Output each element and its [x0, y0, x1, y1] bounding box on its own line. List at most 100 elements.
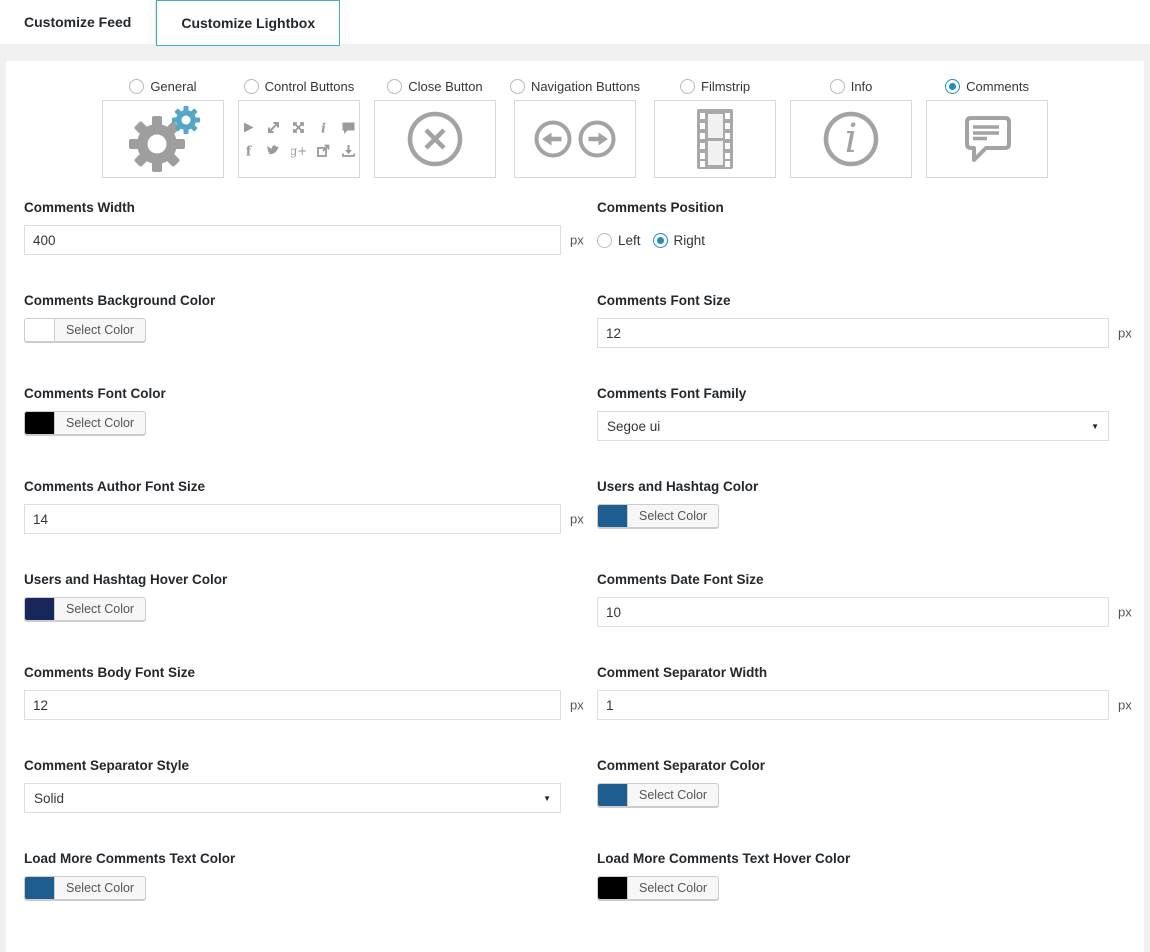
section-info: Info i [790, 79, 912, 178]
filmstrip-radio[interactable] [680, 79, 695, 94]
section-label: Comments [966, 79, 1029, 94]
comments-width-field: Comments Width px [24, 200, 561, 255]
filmstrip-section-button[interactable] [654, 100, 776, 178]
px-suffix: px [570, 233, 584, 248]
twitter-icon [266, 143, 281, 158]
field-label: Comments Body Font Size [24, 665, 561, 680]
field-label: Comment Separator Width [597, 665, 1109, 680]
users-hashtag-hover-color-select-color-button[interactable]: Select Color [24, 597, 146, 621]
position-left-radio[interactable] [597, 233, 612, 248]
field-label: Load More Comments Text Hover Color [597, 851, 1109, 866]
control-buttons-section-button[interactable]: i f g+ [238, 100, 360, 178]
comments-position-radios: Left Right [597, 225, 1109, 255]
info-mini-icon: i [316, 120, 331, 135]
px-suffix: px [570, 512, 584, 527]
comments-body-font-size-field: Comments Body Font Size px [24, 665, 561, 720]
section-control-buttons: Control Buttons [238, 79, 360, 178]
comments-position-field: Comments Position Left Right [597, 200, 1109, 255]
navigation-buttons-radio[interactable] [510, 79, 525, 94]
select-value: Solid [34, 791, 64, 806]
comment-separator-color-field: Comment Separator Color Select Color [597, 758, 1109, 813]
comment-separator-color-select-color-button[interactable]: Select Color [597, 783, 719, 807]
field-label: Comments Width [24, 200, 561, 215]
comments-width-input[interactable] [24, 225, 561, 255]
color-swatch [25, 412, 55, 434]
navigation-buttons-section-button[interactable] [514, 100, 636, 178]
comments-section-button[interactable] [926, 100, 1048, 178]
gear-icon [123, 106, 203, 172]
select-color-label: Select Color [628, 881, 718, 895]
nav-arrows-icon [520, 107, 630, 171]
color-swatch [598, 505, 628, 527]
load-more-comments-text-color-select-color-button[interactable]: Select Color [24, 876, 146, 900]
field-label: Comment Separator Style [24, 758, 561, 773]
comment-separator-width-input[interactable] [597, 690, 1109, 720]
field-label: Comments Position [597, 200, 1109, 215]
general-radio[interactable] [129, 79, 144, 94]
comments-body-font-size-input[interactable] [24, 690, 561, 720]
px-suffix: px [570, 698, 584, 713]
facebook-icon: f [241, 143, 256, 158]
control-buttons-icon: i f g+ [241, 120, 356, 158]
field-label: Comments Font Family [597, 386, 1109, 401]
users-hashtag-color-select-color-button[interactable]: Select Color [597, 504, 719, 528]
field-label: Comment Separator Color [597, 758, 1109, 773]
tab-customize-feed[interactable]: Customize Feed [0, 0, 156, 44]
radio-label: Right [674, 233, 706, 248]
svg-text:f: f [246, 145, 253, 159]
select-color-label: Select Color [55, 416, 145, 430]
comment-separator-style-select[interactable]: Solid ▼ [24, 783, 561, 813]
load-more-comments-text-color-field: Load More Comments Text Color Select Col… [24, 851, 561, 904]
comments-font-size-input[interactable] [597, 318, 1109, 348]
comment-bubble-icon [952, 107, 1022, 171]
info-section-button[interactable]: i [790, 100, 912, 178]
close-button-section-button[interactable] [374, 100, 496, 178]
googleplus-icon: g+ [291, 143, 306, 158]
load-more-comments-text-hover-color-select-color-button[interactable]: Select Color [597, 876, 719, 900]
download-icon [341, 143, 356, 158]
position-right-radio[interactable] [653, 233, 668, 248]
field-label: Users and Hashtag Hover Color [24, 572, 561, 587]
comments-date-font-size-input[interactable] [597, 597, 1109, 627]
tab-label: Customize Lightbox [181, 15, 315, 31]
field-label: Comments Font Size [597, 293, 1109, 308]
field-label: Users and Hashtag Color [597, 479, 1109, 494]
comments-font-size-field: Comments Font Size px [597, 293, 1109, 348]
comments-background-select-color-button[interactable]: Select Color [24, 318, 146, 342]
info-radio[interactable] [830, 79, 845, 94]
lightbox-section-selector: General [18, 79, 1132, 178]
comments-author-font-size-input[interactable] [24, 504, 561, 534]
color-swatch [598, 784, 628, 806]
comments-font-color-select-color-button[interactable]: Select Color [24, 411, 146, 435]
external-link-icon [316, 143, 331, 158]
comments-author-font-size-field: Comments Author Font Size px [24, 479, 561, 534]
section-label: Close Button [408, 79, 482, 94]
px-suffix: px [1118, 605, 1132, 620]
section-label: Info [851, 79, 873, 94]
section-comments: Comments [926, 79, 1048, 178]
comments-settings-form: Comments Width px Comments Position Left… [18, 200, 1132, 942]
comments-radio[interactable] [945, 79, 960, 94]
comment-separator-style-field: Comment Separator Style Solid ▼ [24, 758, 561, 813]
close-button-radio[interactable] [387, 79, 402, 94]
px-suffix: px [1118, 326, 1132, 341]
resize-icon [266, 120, 281, 135]
radio-label: Left [618, 233, 641, 248]
color-swatch [25, 877, 55, 899]
svg-text:g+: g+ [291, 144, 306, 158]
select-color-label: Select Color [628, 509, 718, 523]
color-swatch [25, 598, 55, 620]
select-color-label: Select Color [55, 323, 145, 337]
comment-separator-width-field: Comment Separator Width px [597, 665, 1109, 720]
color-swatch [25, 319, 55, 341]
comments-font-family-select[interactable]: Segoe ui ▼ [597, 411, 1109, 441]
field-label: Comments Date Font Size [597, 572, 1109, 587]
general-section-button[interactable] [102, 100, 224, 178]
svg-text:i: i [321, 122, 326, 136]
load-more-comments-text-hover-color-field: Load More Comments Text Hover Color Sele… [597, 851, 1109, 904]
control-buttons-radio[interactable] [244, 79, 259, 94]
section-navigation-buttons: Navigation Buttons [510, 79, 640, 178]
tab-customize-lightbox[interactable]: Customize Lightbox [156, 0, 340, 46]
comment-mini-icon [341, 120, 356, 135]
play-icon [241, 120, 256, 135]
